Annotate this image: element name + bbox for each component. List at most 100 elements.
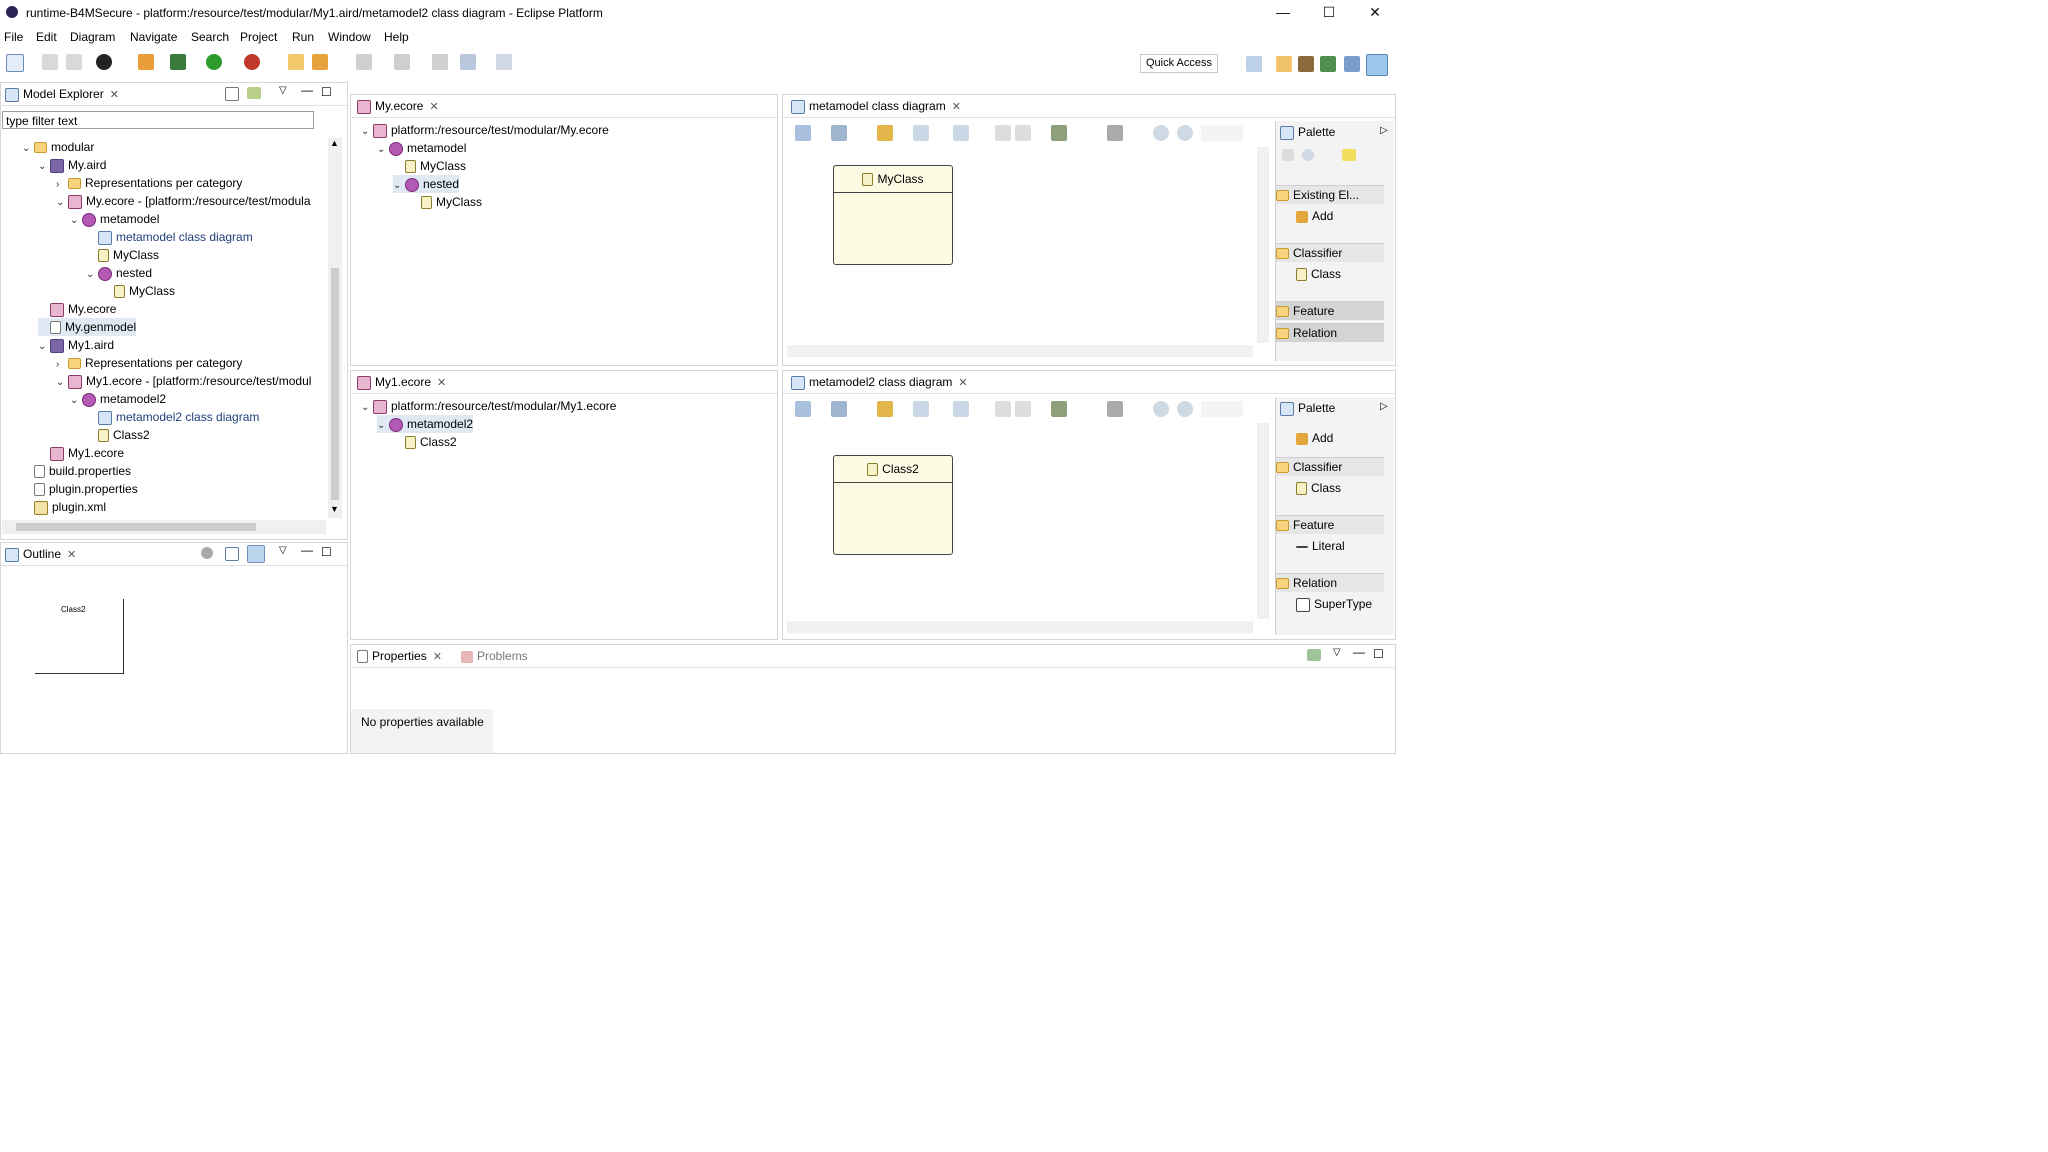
menu-edit[interactable]: Edit bbox=[36, 30, 57, 44]
palette-drawer-classifier[interactable]: Classifier bbox=[1276, 457, 1384, 476]
refresh-icon[interactable] bbox=[877, 401, 893, 417]
arrange-icon[interactable] bbox=[795, 125, 811, 141]
expand-chevron-icon[interactable]: ⌄ bbox=[70, 392, 82, 410]
menu-window[interactable]: Window bbox=[328, 30, 371, 44]
maximize-view-icon[interactable]: ☐ bbox=[1373, 647, 1384, 661]
tab-model-explorer[interactable]: Model Explorer ✕ bbox=[5, 87, 119, 103]
expand-chevron-icon[interactable]: ⌄ bbox=[86, 266, 98, 284]
zoom-combo[interactable] bbox=[1201, 125, 1243, 141]
tab-outline[interactable]: Outline ✕ bbox=[5, 547, 76, 563]
menu-project[interactable]: Project bbox=[240, 30, 277, 44]
tree-item[interactable]: ⌄ metamodel2 bbox=[377, 415, 474, 435]
pen-icon[interactable] bbox=[312, 54, 328, 70]
close-tab-icon[interactable]: ✕ bbox=[437, 377, 446, 389]
back-icon[interactable] bbox=[460, 54, 476, 70]
zoom-out-icon[interactable] bbox=[1177, 401, 1193, 417]
outline-filter-icon[interactable] bbox=[201, 547, 213, 559]
tree-item[interactable]: ⌄ My.aird bbox=[38, 156, 106, 174]
tree-item[interactable]: ⌄ platform:/resource/test/modular/My.ecor… bbox=[361, 121, 609, 139]
maximize-view-icon[interactable]: ☐ bbox=[321, 85, 332, 99]
tree-item[interactable]: › Representations per category bbox=[56, 174, 242, 192]
tree-item[interactable]: ⌄ metamodel bbox=[70, 210, 159, 228]
last-edit-icon[interactable] bbox=[432, 54, 448, 70]
expand-chevron-icon[interactable]: ⌄ bbox=[38, 158, 50, 176]
zoom-out-icon[interactable] bbox=[1177, 125, 1193, 141]
tree-item[interactable]: ⌄ My1.aird bbox=[38, 336, 114, 354]
diagram2-class-node[interactable]: Class2 bbox=[833, 455, 953, 555]
note-tool-icon[interactable] bbox=[1342, 149, 1356, 161]
link-editor-icon[interactable] bbox=[247, 87, 261, 99]
external-tools-icon[interactable] bbox=[244, 54, 260, 70]
maximize-view-icon[interactable]: ☐ bbox=[321, 545, 332, 559]
collapse-all-icon[interactable] bbox=[225, 87, 239, 101]
palette-collapse-icon[interactable]: ▷ bbox=[1380, 401, 1388, 412]
tree-item[interactable]: ⌄ metamodel2 bbox=[70, 390, 166, 408]
menu-navigate[interactable]: Navigate bbox=[130, 30, 177, 44]
palette-drawer-feature[interactable]: Feature bbox=[1276, 301, 1384, 320]
expand-chevron-icon[interactable]: ⌄ bbox=[361, 123, 373, 141]
perspective-plugin-icon[interactable] bbox=[1344, 56, 1360, 72]
perspective-modeling-icon[interactable] bbox=[1366, 54, 1388, 76]
scroll-down-icon[interactable]: ▼ bbox=[330, 504, 339, 514]
close-tab-icon[interactable]: ✕ bbox=[433, 651, 442, 663]
diagram2-vscroll[interactable] bbox=[1257, 423, 1269, 619]
pin-view-icon[interactable] bbox=[1307, 649, 1321, 661]
tree-item[interactable]: metamodel class diagram bbox=[86, 228, 253, 246]
minimize-view-icon[interactable]: — bbox=[301, 543, 313, 557]
expand-chevron-icon[interactable]: ⌄ bbox=[70, 212, 82, 230]
tree-item[interactable]: My1.ecore bbox=[38, 444, 124, 462]
arrange-icon[interactable] bbox=[795, 401, 811, 417]
layout-icon[interactable] bbox=[831, 125, 847, 141]
outline-tree-icon[interactable] bbox=[225, 547, 239, 561]
menu-file[interactable]: File bbox=[4, 30, 23, 44]
next-annotation-icon[interactable] bbox=[356, 54, 372, 70]
layers-icon[interactable] bbox=[953, 401, 969, 417]
tree-item[interactable]: ⌄ nested bbox=[393, 175, 460, 195]
expand-chevron-icon[interactable]: ⌄ bbox=[377, 417, 389, 435]
close-tab-icon[interactable]: ✕ bbox=[110, 89, 119, 101]
tree-item[interactable]: plugin.properties bbox=[22, 480, 138, 498]
diagram1-vscroll[interactable] bbox=[1257, 147, 1269, 343]
tab-problems[interactable]: Problems bbox=[461, 649, 528, 665]
palette-item-class[interactable]: Class bbox=[1296, 479, 1341, 497]
palette-drawer-classifier[interactable]: Classifier bbox=[1276, 243, 1384, 262]
expand-chevron-icon[interactable]: ⌄ bbox=[56, 194, 68, 212]
run-icon[interactable] bbox=[206, 54, 222, 70]
expand-chevron-icon[interactable]: ⌄ bbox=[377, 141, 389, 159]
palette-drawer-relation[interactable]: Relation bbox=[1276, 323, 1384, 342]
tree-item[interactable]: My.genmodel bbox=[38, 318, 137, 336]
tree-item[interactable]: ⌄ nested bbox=[86, 264, 152, 282]
view-menu-icon[interactable]: ▽ bbox=[1333, 647, 1341, 658]
expand-chevron-icon[interactable]: ⌄ bbox=[22, 140, 34, 158]
diagram1-class-node[interactable]: MyClass bbox=[833, 165, 953, 265]
select-all-icon[interactable] bbox=[1051, 401, 1067, 417]
perspective-debug-icon[interactable] bbox=[1320, 56, 1336, 72]
tree-item[interactable]: build.properties bbox=[22, 462, 131, 480]
vscroll-thumb[interactable] bbox=[331, 268, 339, 500]
refresh-icon[interactable] bbox=[877, 125, 893, 141]
model-explorer-hscroll[interactable] bbox=[2, 520, 326, 534]
expand-chevron-icon[interactable]: ⌄ bbox=[38, 338, 50, 356]
tab-metamodel-class-diagram[interactable]: metamodel class diagram ✕ bbox=[791, 99, 961, 115]
tree-item[interactable]: metamodel2 class diagram bbox=[86, 408, 259, 426]
close-tab-icon[interactable]: ✕ bbox=[958, 377, 967, 389]
tree-item[interactable]: MyClass bbox=[86, 246, 159, 264]
tab-my-ecore[interactable]: My.ecore ✕ bbox=[357, 99, 439, 115]
tree-item[interactable]: ⌄ My.ecore - [platform:/resource/test/mod… bbox=[56, 192, 311, 210]
expand-chevron-icon[interactable]: ⌄ bbox=[393, 177, 405, 195]
outline-overview-icon[interactable] bbox=[247, 545, 265, 563]
tab-metamodel2-class-diagram[interactable]: metamodel2 class diagram ✕ bbox=[791, 375, 968, 391]
pin-icon[interactable] bbox=[995, 401, 1011, 417]
model-explorer-vscroll[interactable]: ▲ ▼ bbox=[328, 138, 342, 518]
export-icon[interactable] bbox=[1107, 401, 1123, 417]
view-menu-icon[interactable]: ▽ bbox=[279, 85, 287, 96]
export-icon[interactable] bbox=[1107, 125, 1123, 141]
diagram1-hscroll[interactable] bbox=[787, 345, 1253, 357]
minimize-view-icon[interactable]: — bbox=[1353, 645, 1365, 659]
view-menu-icon[interactable]: ▽ bbox=[279, 545, 287, 556]
palette-item-add[interactable]: Add bbox=[1296, 207, 1333, 225]
tab-properties[interactable]: Properties ✕ bbox=[357, 649, 442, 665]
palette-item-supertype[interactable]: SuperType bbox=[1296, 595, 1372, 613]
palette-item-class[interactable]: Class bbox=[1296, 265, 1341, 283]
unpin-icon[interactable] bbox=[1015, 125, 1031, 141]
